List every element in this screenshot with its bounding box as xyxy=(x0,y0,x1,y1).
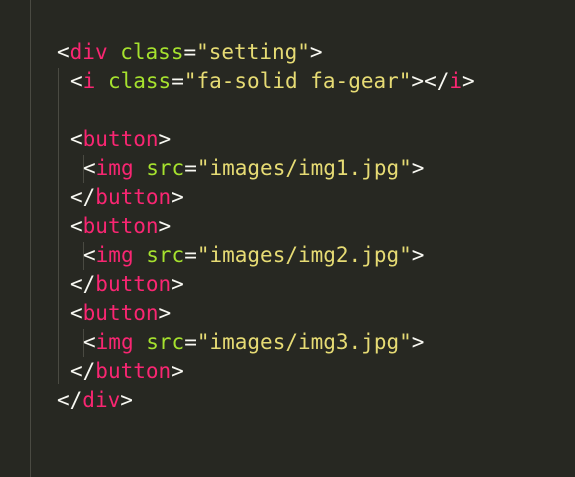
indent-guide-outer xyxy=(30,0,31,477)
code-token-attribute: src xyxy=(146,243,185,267)
code-token-string: "fa-solid fa-gear" xyxy=(183,69,412,93)
indent-guide-div xyxy=(58,68,59,384)
code-token-punctuation: > xyxy=(462,69,475,93)
code-line[interactable]: <i class="fa-solid fa-gear"></i> xyxy=(70,67,475,96)
code-token-punctuation xyxy=(108,40,121,64)
code-token-tag: button xyxy=(95,359,172,383)
code-token-string: "images/img3.jpg" xyxy=(196,330,412,354)
code-token-punctuation: = xyxy=(171,69,184,93)
code-line[interactable]: </button> xyxy=(70,183,184,212)
code-token-string: "images/img2.jpg" xyxy=(196,243,412,267)
code-token-punctuation: < xyxy=(70,69,83,93)
code-line[interactable]: <button> xyxy=(70,299,171,328)
code-token-tag: button xyxy=(82,301,159,325)
code-token-punctuation: > xyxy=(411,156,425,180)
code-token-punctuation: < xyxy=(70,301,83,325)
code-token-tag: button xyxy=(95,185,172,209)
code-token-tag: img xyxy=(95,330,134,354)
code-token-punctuation: > xyxy=(120,388,133,412)
code-token-punctuation xyxy=(134,330,147,354)
code-line[interactable]: <button> xyxy=(70,212,171,241)
code-token-punctuation: > xyxy=(158,214,172,238)
code-token-punctuation xyxy=(134,243,147,267)
code-editor[interactable]: <div class="setting"> <i class="fa-solid … xyxy=(0,0,575,477)
code-token-punctuation: < xyxy=(83,330,96,354)
code-token-punctuation: < xyxy=(70,214,83,238)
code-token-punctuation: ></ xyxy=(411,69,450,93)
code-token-string: "images/img1.jpg" xyxy=(196,156,412,180)
code-token-punctuation: > xyxy=(171,185,184,209)
code-token-string: "setting" xyxy=(196,40,310,64)
code-line[interactable]: <img src="images/img3.jpg"> xyxy=(83,328,424,357)
code-line[interactable]: </button> xyxy=(70,357,184,386)
code-line[interactable]: <button> xyxy=(70,125,171,154)
code-token-punctuation xyxy=(95,69,108,93)
code-token-punctuation: < xyxy=(57,40,70,64)
code-token-punctuation: = xyxy=(184,156,197,180)
code-line[interactable]: </button> xyxy=(70,270,184,299)
code-token-attribute: src xyxy=(146,156,185,180)
code-token-tag: button xyxy=(82,127,159,151)
code-token-tag: img xyxy=(95,156,134,180)
code-token-punctuation: </ xyxy=(70,185,96,209)
code-token-punctuation: < xyxy=(83,156,96,180)
code-token-punctuation: < xyxy=(70,127,83,151)
code-token-punctuation: = xyxy=(183,40,197,64)
code-token-tag: button xyxy=(82,214,159,238)
code-line[interactable]: <img src="images/img2.jpg"> xyxy=(83,241,424,270)
code-token-tag: button xyxy=(95,272,172,296)
code-token-punctuation: > xyxy=(411,243,425,267)
code-token-punctuation: > xyxy=(158,301,172,325)
code-token-punctuation: </ xyxy=(57,388,83,412)
code-token-tag: div xyxy=(69,40,108,64)
code-token-punctuation: </ xyxy=(70,359,96,383)
code-token-punctuation xyxy=(134,156,147,180)
code-token-punctuation: > xyxy=(309,40,323,64)
code-token-punctuation: > xyxy=(158,127,172,151)
code-token-punctuation: > xyxy=(411,330,425,354)
code-token-tag: i xyxy=(82,69,96,93)
code-token-punctuation: < xyxy=(83,243,96,267)
code-line[interactable]: <img src="images/img1.jpg"> xyxy=(83,154,424,183)
code-token-tag: img xyxy=(95,243,134,267)
code-token-attribute: class xyxy=(120,40,184,64)
code-token-punctuation: > xyxy=(171,272,184,296)
code-token-attribute: class xyxy=(107,69,172,93)
code-token-tag: i xyxy=(449,69,463,93)
code-line[interactable]: </div> xyxy=(57,386,133,415)
code-line[interactable]: <div class="setting"> xyxy=(57,38,323,67)
code-token-punctuation: > xyxy=(171,359,184,383)
code-token-attribute: src xyxy=(146,330,185,354)
code-token-tag: div xyxy=(82,388,121,412)
code-token-punctuation: </ xyxy=(70,272,96,296)
code-token-punctuation: = xyxy=(184,243,197,267)
code-token-punctuation: = xyxy=(184,330,197,354)
